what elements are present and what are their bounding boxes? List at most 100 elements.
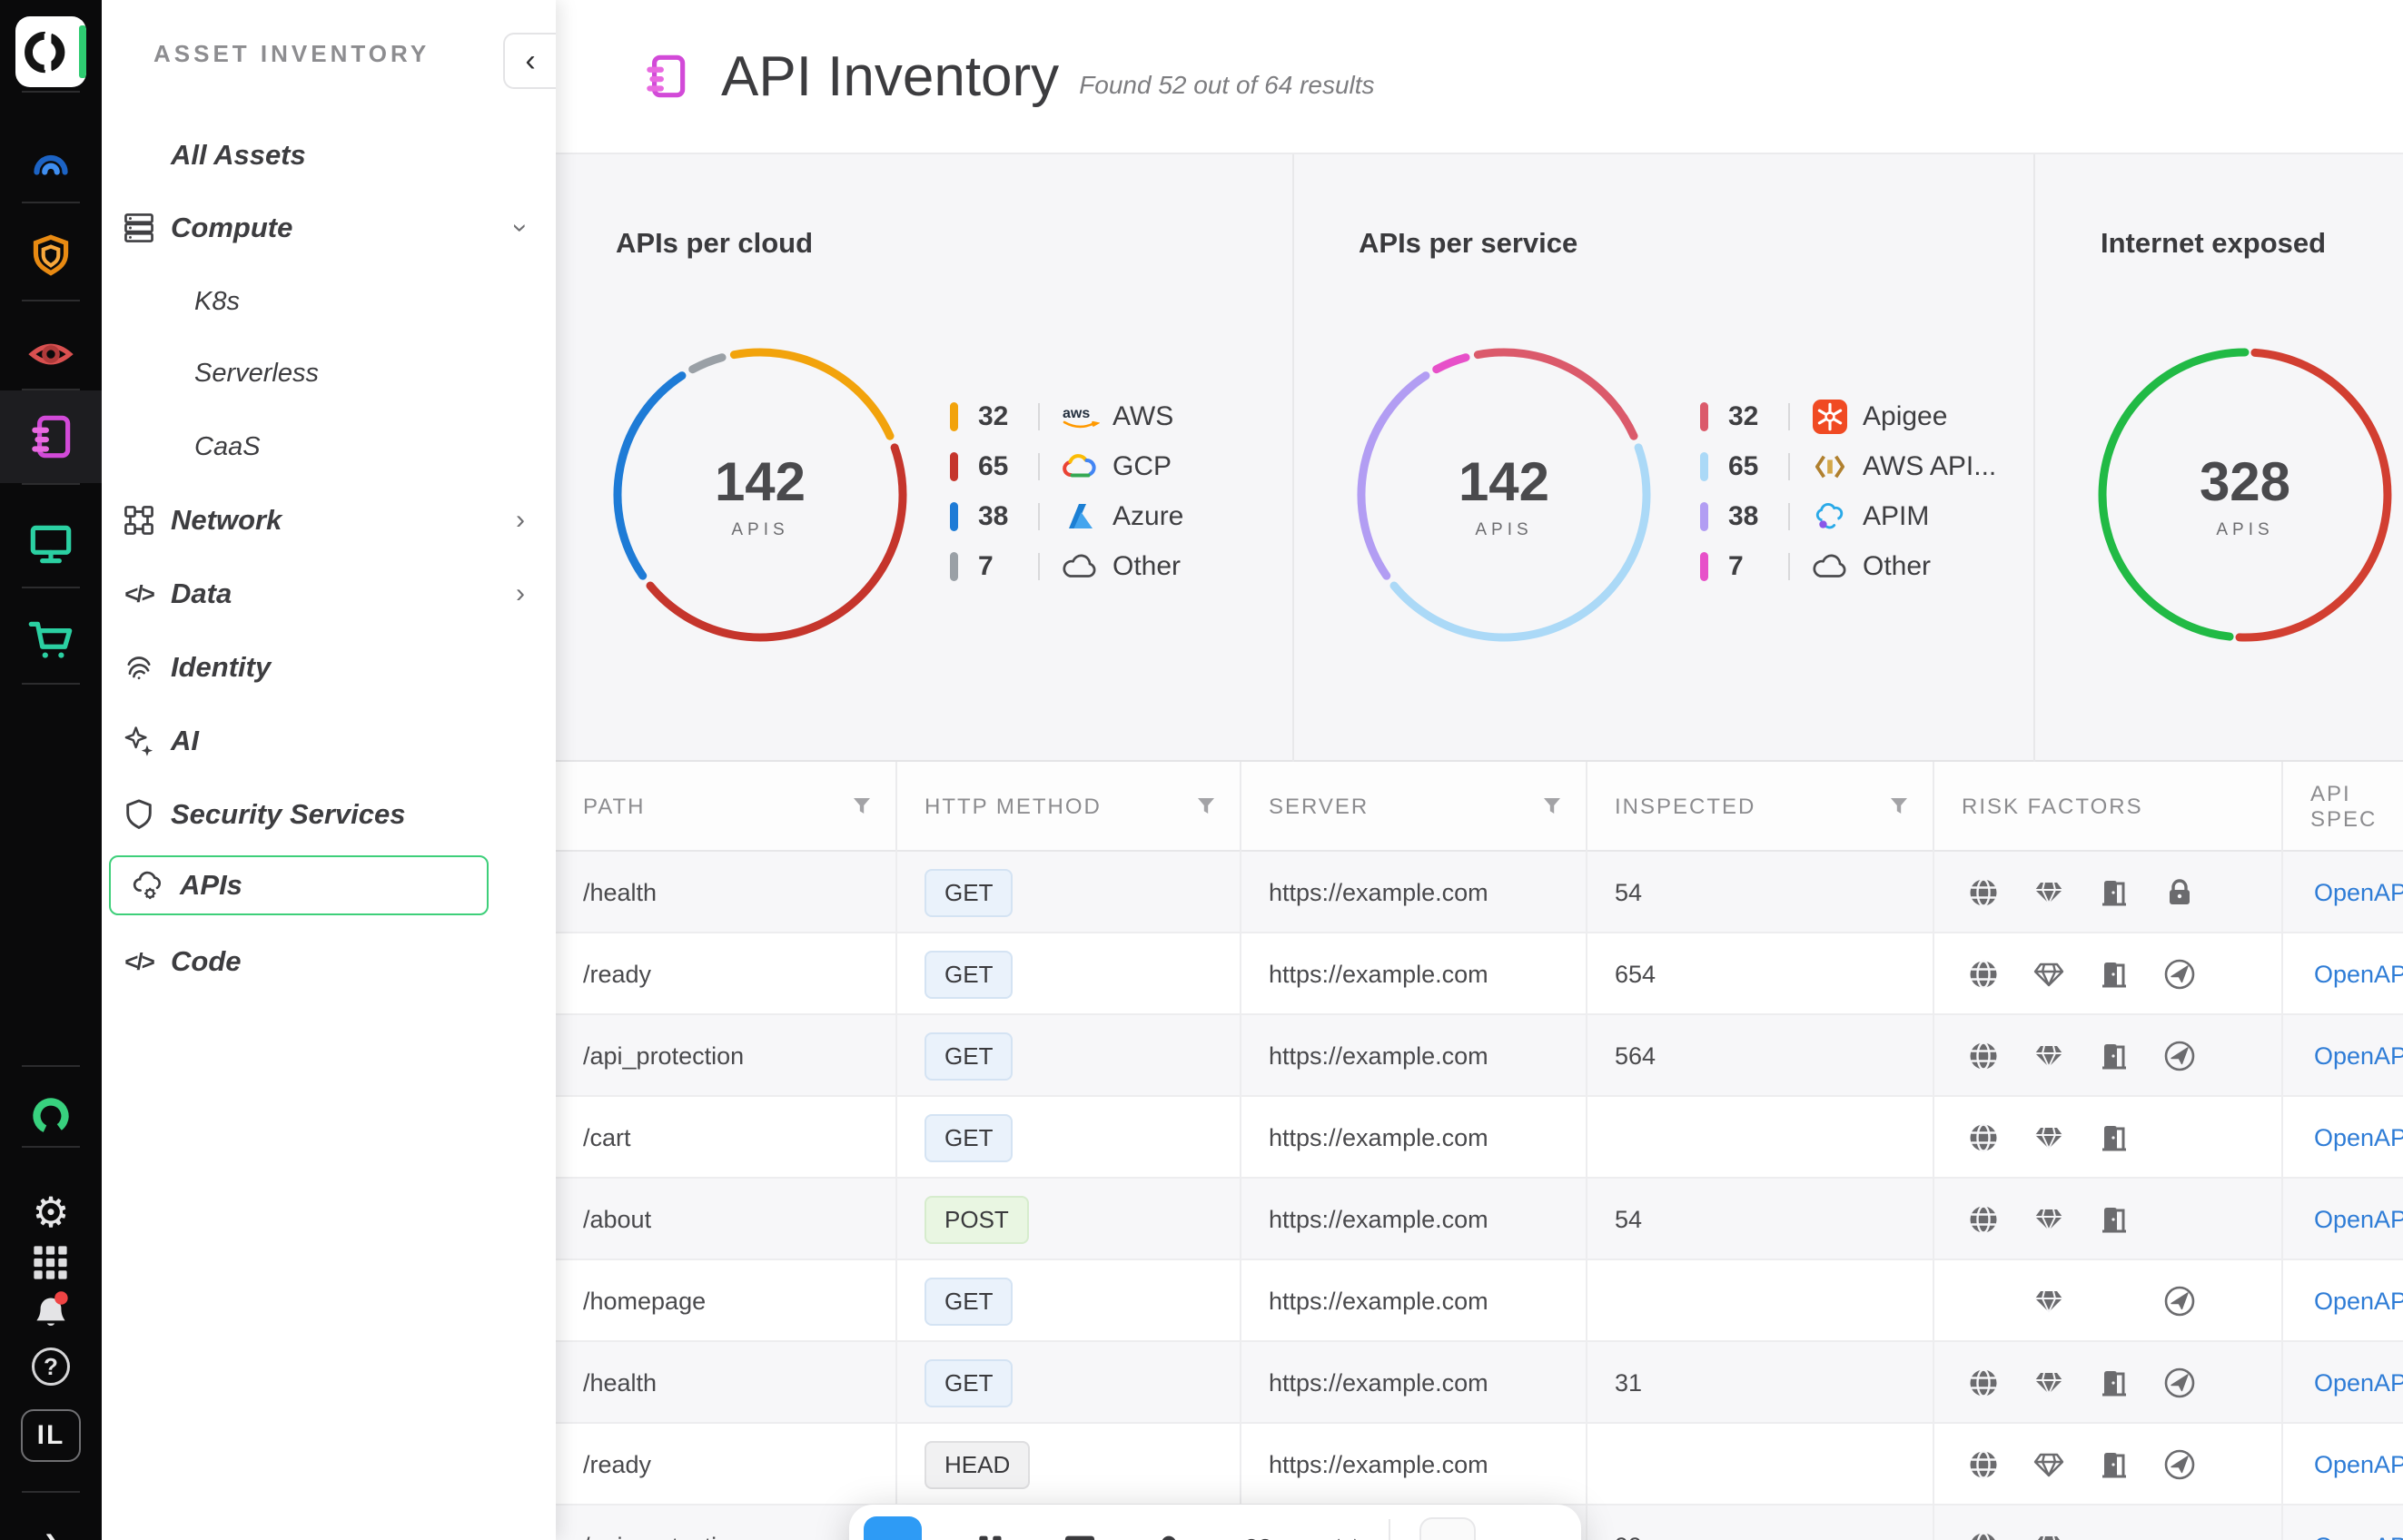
legend-swatch: [950, 402, 958, 431]
table-row[interactable]: /health GET https://example.com 31 OpenA…: [556, 1342, 2403, 1424]
globe-icon: [1967, 1448, 2000, 1481]
cell-inspected: [1587, 1097, 1934, 1179]
door-icon: [2098, 876, 2131, 909]
gcp-logo-icon: [1060, 451, 1100, 482]
eye-app-icon[interactable]: [0, 313, 102, 391]
cart-app-icon[interactable]: [0, 601, 102, 679]
cell-path: /about: [556, 1179, 897, 1260]
table-icon[interactable]: [1062, 1532, 1098, 1540]
awsgw-logo-icon: [1810, 451, 1850, 482]
sidebar-item-identity[interactable]: Identity: [102, 637, 545, 697]
donut-legend: 32 Apigee 65 AWS API... 38 APIM 7: [1700, 398, 1996, 586]
openapi-link[interactable]: OpenAPI: [2314, 1288, 2403, 1316]
sidebar-item-data[interactable]: </>Data›: [102, 564, 545, 624]
cell-inspected: [1587, 1424, 1934, 1505]
legend-separator: [1038, 453, 1040, 480]
openapi-link[interactable]: OpenAPI: [2314, 961, 2403, 989]
legend-swatch: [950, 502, 958, 531]
legend-label: Other: [1863, 551, 1931, 582]
cell-server: https://example.com: [1241, 1260, 1587, 1342]
ring-logo-icon[interactable]: [0, 1077, 102, 1155]
svg-text:aws: aws: [1063, 406, 1090, 421]
legend-separator: [1038, 553, 1040, 580]
user-icon[interactable]: [1151, 1532, 1187, 1540]
cell-path: /health: [556, 852, 897, 933]
sidebar-item-network[interactable]: Network›: [102, 490, 545, 550]
more-pill-button[interactable]: [1419, 1517, 1476, 1540]
table-row[interactable]: /api_protection GET https://example.com …: [556, 1015, 2403, 1097]
cell-api-spec: OpenAPI: [2283, 933, 2403, 1015]
sidebar-item-ai[interactable]: AI: [102, 711, 545, 771]
gem-icon-filled: [2032, 876, 2065, 909]
apigee-logo-icon: [1813, 400, 1847, 434]
radar-app-icon[interactable]: [0, 120, 102, 198]
sidebar-item-apis[interactable]: APIs: [109, 855, 489, 915]
table-row[interactable]: /ready HEAD https://example.com OpenAPI: [556, 1424, 2403, 1505]
legend-row: 38 APIM: [1700, 498, 1996, 536]
cell-method: POST: [897, 1179, 1241, 1260]
expand-chevron-icon[interactable]: ›: [0, 1500, 102, 1540]
monitor-app-icon[interactable]: [0, 505, 102, 583]
legend-separator: [1788, 553, 1790, 580]
column-header-api-spec: API SPEC: [2283, 762, 2403, 852]
filter-funnel-icon[interactable]: [1542, 796, 1562, 818]
openapi-link[interactable]: OpenAPI: [2314, 879, 2403, 907]
filter-funnel-icon[interactable]: [1889, 796, 1909, 818]
cell-path: /ready: [556, 1424, 897, 1505]
identity-icon: [122, 650, 156, 685]
table-row[interactable]: /cart GET https://example.com OpenAPI: [556, 1097, 2403, 1179]
table-body: /health GET https://example.com 54 OpenA…: [556, 852, 2403, 1540]
openapi-link[interactable]: OpenAPI: [2314, 1533, 2403, 1540]
donut-legend: 32 aws AWS 65 GCP 38 Azure 7: [950, 398, 1183, 586]
compute-icon: [122, 211, 156, 245]
lock-icon: [2163, 876, 2196, 909]
openapi-link[interactable]: OpenAPI: [2314, 1451, 2403, 1479]
globe-icon: [1967, 1040, 2000, 1072]
plane-icon: [2163, 1040, 2196, 1072]
tenant-button[interactable]: IL: [0, 1397, 102, 1475]
table-row[interactable]: /ready GET https://example.com 654 OpenA…: [556, 933, 2403, 1015]
door-icon: [2098, 958, 2131, 991]
primary-action-button[interactable]: [864, 1516, 922, 1540]
sidebar-item-k8s[interactable]: K8s: [102, 271, 545, 331]
help-icon[interactable]: ?: [0, 1328, 102, 1406]
group-icon[interactable]: [1240, 1532, 1276, 1540]
legend-row: 32 Apigee: [1700, 398, 1996, 436]
sort-icon[interactable]: [1329, 1532, 1365, 1540]
openapi-link[interactable]: OpenAPI: [2314, 1206, 2403, 1234]
sidebar-item-serverless[interactable]: Serverless: [102, 343, 545, 403]
columns-icon[interactable]: [973, 1532, 1009, 1540]
app-logo[interactable]: [0, 13, 102, 91]
sidebar-collapse-button[interactable]: ‹: [503, 33, 556, 89]
table-row[interactable]: /health GET https://example.com 54 OpenA…: [556, 852, 2403, 933]
api-app-icon[interactable]: [0, 390, 102, 483]
sidebar-item-caas[interactable]: CaaS: [102, 417, 545, 477]
cell-method: GET: [897, 1015, 1241, 1097]
sidebar-item-code[interactable]: </>Code: [102, 932, 545, 992]
sidebar-item-security-services[interactable]: Security Services: [102, 785, 545, 844]
chart-title: APIs per service: [1359, 227, 1577, 260]
gem-icon-outline: [2032, 958, 2065, 991]
cell-path: /ready: [556, 933, 897, 1015]
donut-chart: 142 APIS: [1350, 341, 1658, 649]
table-row[interactable]: /homepage GET https://example.com OpenAP…: [556, 1260, 2403, 1342]
openapi-link[interactable]: OpenAPI: [2314, 1042, 2403, 1071]
filter-funnel-icon[interactable]: [852, 796, 872, 818]
shield-app-icon[interactable]: [0, 218, 102, 296]
column-header-risk-factors: RISK FACTORS: [1934, 762, 2283, 852]
cell-risk-factors: [1934, 1260, 2283, 1342]
cell-risk-factors: [1934, 1097, 2283, 1179]
filter-funnel-icon[interactable]: [1196, 796, 1216, 818]
legend-row: 7 Other: [950, 548, 1183, 586]
table-row[interactable]: /about POST https://example.com 54 OpenA…: [556, 1179, 2403, 1260]
column-header-path: PATH: [556, 762, 897, 852]
globe-icon: [1967, 876, 2000, 909]
rail-divider: [22, 683, 80, 685]
openapi-link[interactable]: OpenAPI: [2314, 1124, 2403, 1152]
openapi-link[interactable]: OpenAPI: [2314, 1369, 2403, 1397]
donut-chart: 328 APIS: [2091, 341, 2399, 649]
bottom-toolbar: [849, 1505, 1581, 1540]
sidebar-item-all-assets[interactable]: All Assets: [102, 125, 545, 185]
sidebar-item-compute[interactable]: Compute›: [102, 198, 545, 258]
legend-value: 38: [1728, 501, 1788, 532]
